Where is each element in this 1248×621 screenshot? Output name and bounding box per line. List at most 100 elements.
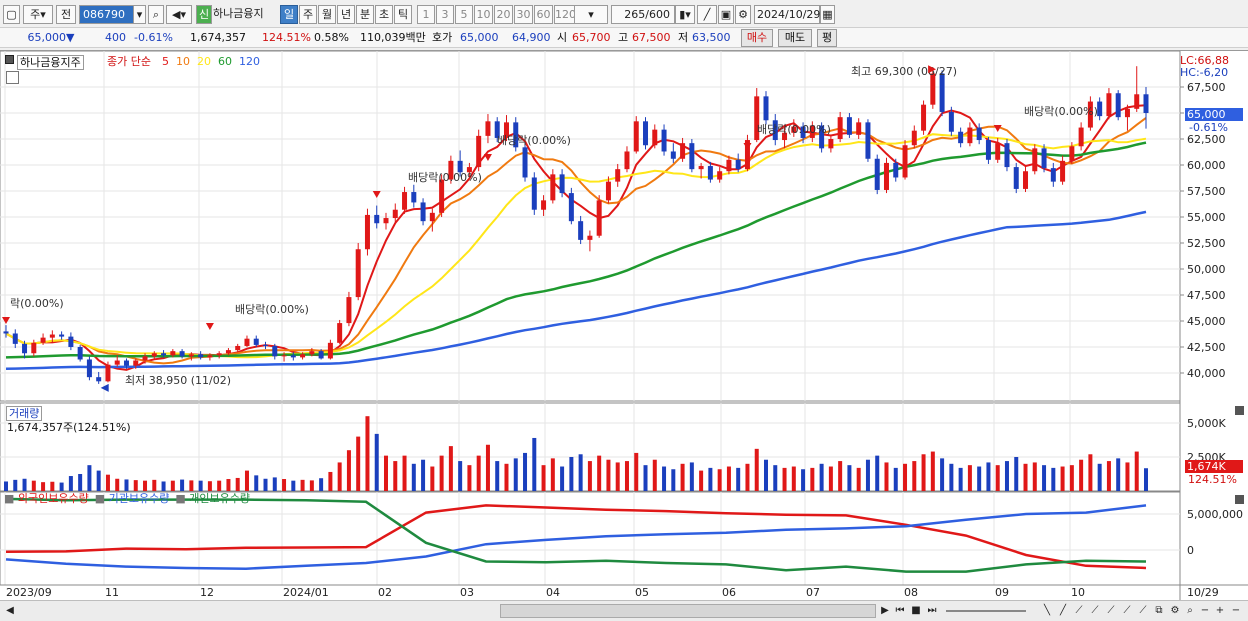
chart-settings-icon[interactable]: ⚙ [1168,604,1182,618]
candle-body [856,122,862,135]
candle-body [911,130,917,146]
volume-bar [198,480,203,491]
period-tab-6[interactable]: 틱 [394,5,412,24]
x-axis-label: 07 [806,586,820,599]
interval-dropdown[interactable]: ▾ [574,5,608,24]
period-tab-2[interactable]: 월 [318,5,336,24]
market-select[interactable]: 주▾ [23,5,53,24]
buy-button[interactable]: 매수 [741,29,773,47]
speaker-icon[interactable]: ◀▾ [166,5,192,24]
candle-body [763,96,769,121]
period-tab-4[interactable]: 분 [356,5,374,24]
ma-period-5: 5 [162,55,169,68]
candle-body [828,139,834,149]
channel-tool-icon[interactable]: ⟋ [1120,604,1134,618]
volume-bar [504,463,509,491]
interval-button-60[interactable]: 60 [534,5,553,24]
grid-toggle-icon[interactable] [6,71,19,84]
candle-body [717,171,723,180]
draw-tool-icon[interactable]: ╱ [697,5,717,24]
volume-bar [291,480,296,491]
candle-body [86,359,92,378]
volume-bar [986,462,991,491]
fib-tool-icon[interactable]: ⟋ [1072,604,1086,618]
settings-icon[interactable]: ⚙ [735,5,751,24]
volume-bar [615,462,620,491]
zoom-slider[interactable] [946,610,1026,612]
candle-body [939,73,945,112]
scroll-thumb[interactable] [500,604,876,618]
scroll-left-icon[interactable]: ◀ [3,604,17,618]
line-tool-icon[interactable]: ╱ [1056,604,1070,618]
zoom-out-icon[interactable]: − [1198,604,1212,618]
prefix-button[interactable]: 전 [56,5,76,24]
count-input[interactable]: 265/600 [611,5,675,24]
volume-bar [356,436,361,491]
interval-button-30[interactable]: 30 [514,5,533,24]
candle-body [624,151,630,170]
volume-bar [1032,462,1037,491]
volume-bar [643,465,648,491]
annotation-label: 배당락(0.00%) [757,123,831,136]
volume-panel-title: 거래량 [6,406,43,421]
interval-button-5[interactable]: 5 [455,5,473,24]
interval-button-3[interactable]: 3 [436,5,454,24]
count-value: 265 [624,8,646,21]
candle-body [281,355,287,357]
save-icon[interactable]: ▣ [718,5,734,24]
trend-tool-icon[interactable]: ⟋ [1088,604,1102,618]
candle-body [170,351,176,356]
interval-button-1[interactable]: 1 [417,5,435,24]
interval-button-10[interactable]: 10 [474,5,493,24]
candle-body [1143,94,1149,113]
last-icon[interactable]: ⏭ [925,604,939,618]
zoom-in-icon[interactable]: + [1213,604,1227,618]
volume-bar [1134,451,1139,491]
candle-body [12,333,18,344]
ray-tool-icon[interactable]: ⟋ [1104,604,1118,618]
interval-button-20[interactable]: 20 [494,5,513,24]
first-icon[interactable]: ⏮ [893,604,907,618]
sell-button[interactable]: 매도 [778,29,812,47]
candle-type-icon[interactable]: ▮▾ [675,5,695,24]
price-panel-frame [0,51,1181,402]
chart-type-icon[interactable]: ╲ [1040,604,1054,618]
candle-body [40,337,46,343]
candle-body [142,356,148,361]
minus-icon[interactable]: − [1229,604,1243,618]
stock-code-input[interactable]: 086790 [79,5,137,24]
current-price: 65,000 [27,31,67,44]
arrow-tool-icon[interactable]: ⟋ [1136,604,1150,618]
stop-icon[interactable]: ■ [909,604,923,618]
hc-label: HC:-6,20 [1180,66,1229,79]
zoom-icon[interactable]: ⌕ [1183,604,1197,618]
interval-button-120[interactable]: 120 [554,5,576,24]
search-icon[interactable]: ⌕ [148,5,164,24]
calendar-icon[interactable]: ▦ [820,5,835,24]
volume-bar [59,482,64,491]
volume-panel-close-icon[interactable] [1235,406,1244,415]
copy-icon[interactable]: ⧉ [1152,604,1166,618]
candle-body [1134,94,1140,109]
bottom-scrollbar[interactable]: ◀ ▶ ⏮ ■ ⏭ ╲ ╱ ⟋ ⟋ ⟋ ⟋ ⟋ ⧉ ⚙ ⌕ − + − [0,600,1248,621]
avg-button[interactable]: 평 [817,29,837,47]
date-input[interactable]: 2024/10/29 [754,5,820,24]
layout-icon[interactable]: ▢ [3,5,20,24]
period-tab-3[interactable]: 년 [337,5,355,24]
volume-bar [708,467,713,491]
period-tab-1[interactable]: 주 [299,5,317,24]
volume-bar [791,466,796,491]
candle-body [1115,93,1121,118]
scroll-right-icon[interactable]: ▶ [878,604,892,618]
volume-bar [337,462,342,491]
code-dropdown-icon[interactable]: ▾ [133,5,146,24]
chart-canvas[interactable]: 67,500 65,000 62,500 60,000 57,500 55,000 52,5… [0,51,1248,601]
volume-bar [532,437,537,491]
candle-body [596,200,602,236]
holding-panel-close-icon[interactable] [1235,495,1244,504]
period-tab-5[interactable]: 초 [375,5,393,24]
panel-menu-icon[interactable] [5,55,14,64]
period-tab-0[interactable]: 일 [280,5,298,24]
chart-area[interactable]: 67,500 65,000 62,500 60,000 57,500 55,000 52,5… [0,50,1248,601]
annotation-label: 배당락(0.00%) [235,303,309,316]
